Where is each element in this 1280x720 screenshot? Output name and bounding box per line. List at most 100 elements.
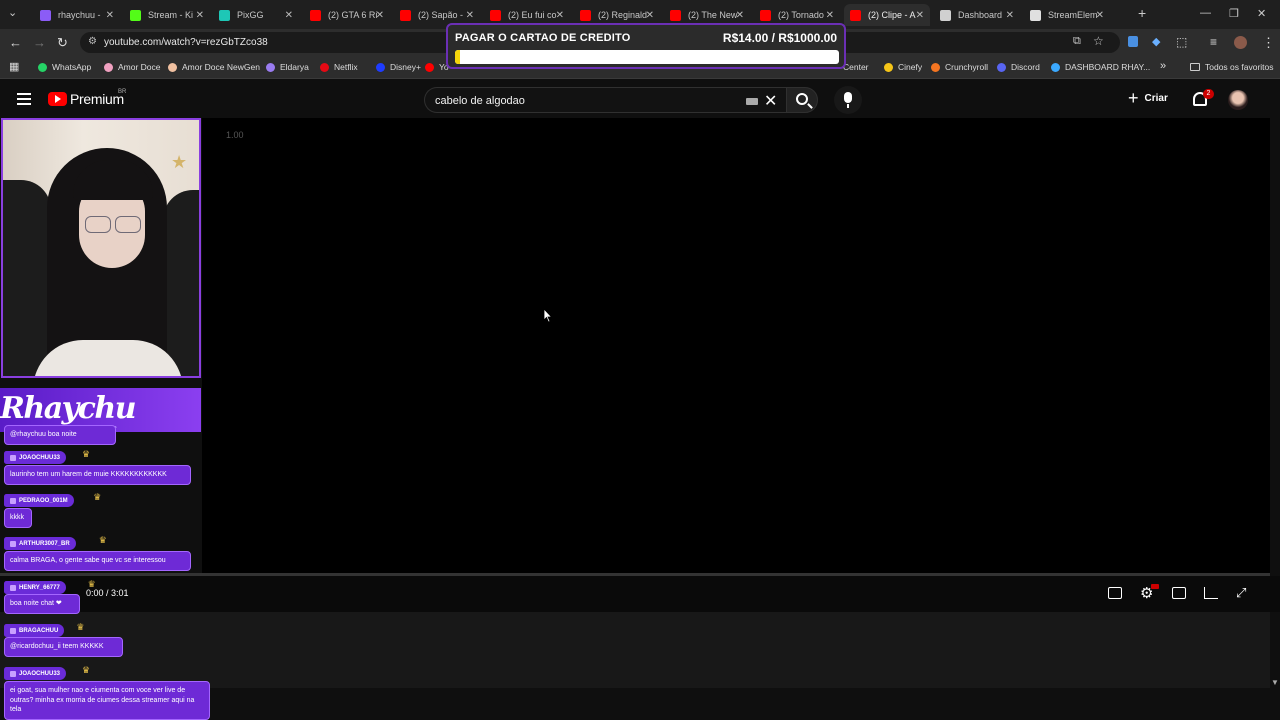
browser-tab[interactable]: (2) Clipe - A ✕: [844, 4, 930, 26]
miniplayer-icon[interactable]: [1172, 587, 1186, 599]
voice-search-button[interactable]: [834, 86, 862, 114]
chat-username: HENRY_66777: [19, 584, 60, 591]
bookmark-label: DASHBOARD RHAY...: [1065, 62, 1151, 72]
tab-close-icon[interactable]: ✕: [285, 10, 293, 21]
bookmark-item[interactable]: Disney+: [376, 62, 421, 72]
bookmark-item[interactable]: Amor Doce: [104, 62, 161, 72]
tab-close-icon[interactable]: ✕: [466, 10, 474, 21]
download-icon[interactable]: [1128, 36, 1138, 47]
chat-username: JOAOCHUU33: [19, 454, 61, 461]
bookmark-item[interactable]: Netflix: [320, 62, 358, 72]
youtube-logo-icon[interactable]: [48, 92, 67, 106]
webcam-feed: ★: [1, 118, 201, 378]
extensions-puzzle-icon[interactable]: ⬚: [1176, 35, 1187, 49]
bookmark-item[interactable]: Cinefy: [884, 62, 922, 72]
bookmark-favicon-icon: [38, 62, 47, 72]
bookmark-label: Disney+: [390, 62, 421, 72]
tab-label: Dashboard: [958, 10, 1003, 20]
bookmark-label: Discord: [1011, 62, 1040, 72]
below-player-area: [0, 612, 1270, 688]
search-query-text[interactable]: cabelo de algodao: [435, 95, 525, 107]
bookmarks-more-icon[interactable]: »: [1160, 60, 1166, 72]
browser-tab[interactable]: Dashboard ✕: [934, 4, 1020, 26]
tab-close-icon[interactable]: ✕: [1096, 10, 1104, 21]
browser-menu-icon[interactable]: ⋮: [1262, 35, 1275, 51]
chair-left: [3, 180, 51, 376]
reload-icon[interactable]: ↻: [57, 35, 68, 51]
back-icon[interactable]: ←: [9, 35, 22, 50]
cast-icon[interactable]: [1204, 587, 1218, 599]
account-avatar[interactable]: [1228, 90, 1248, 110]
fullscreen-icon[interactable]: ⤢: [1236, 585, 1250, 600]
bookmark-star-icon[interactable]: ☆: [1093, 34, 1104, 48]
install-app-icon[interactable]: ⧉: [1073, 35, 1081, 48]
tab-close-icon[interactable]: ✕: [376, 10, 384, 21]
media-control-icon[interactable]: ≡: [1210, 35, 1217, 49]
bookmark-item[interactable]: Crunchyroll: [931, 62, 988, 72]
playback-speed-label: 1.00: [226, 130, 244, 140]
bookmark-favicon-icon: [884, 62, 893, 72]
tab-close-icon[interactable]: ✕: [556, 10, 564, 21]
crown-icon: ♛: [82, 665, 91, 675]
crown-icon: ♛: [87, 579, 96, 589]
chat-username-badge: PEDRAOO_001M: [4, 494, 74, 507]
bookmark-favicon-icon: [931, 62, 940, 72]
profile-avatar-icon[interactable]: [1234, 36, 1247, 49]
tab-search-chevron-icon[interactable]: ⌄: [8, 6, 17, 19]
country-code: BR: [118, 89, 127, 95]
restore-icon[interactable]: ❐: [1229, 7, 1239, 20]
video-player[interactable]: 1.00: [202, 118, 1270, 613]
browser-tab[interactable]: rhaychuu - ✕: [34, 4, 120, 26]
tab-close-icon[interactable]: ✕: [106, 10, 114, 21]
search-input[interactable]: cabelo de algodao ✕: [424, 87, 786, 113]
tab-close-icon[interactable]: ✕: [916, 10, 924, 21]
url-text[interactable]: youtube.com/watch?v=rezGbTZco38: [104, 37, 268, 48]
subtitles-icon[interactable]: [1108, 587, 1122, 599]
player-controls: 0:00 / 3:01 ⚙ ⤢: [0, 576, 1280, 612]
clear-search-icon[interactable]: ✕: [764, 91, 777, 111]
chair-right: [163, 190, 199, 376]
browser-tab[interactable]: (2) GTA 6 Ri ✕: [304, 4, 390, 26]
browser-tab[interactable]: StreamElem ✕: [1024, 4, 1110, 26]
keyboard-icon[interactable]: [746, 98, 758, 105]
tab-favicon-icon: [400, 9, 411, 21]
tab-favicon-icon: [219, 9, 230, 21]
minimize-icon[interactable]: —: [1200, 7, 1211, 19]
tab-label: (2) The New: [688, 10, 738, 20]
tab-label: (2) GTA 6 Ri: [328, 10, 378, 20]
close-window-icon[interactable]: ✕: [1257, 7, 1266, 20]
extension-diamond-icon[interactable]: ◆: [1152, 35, 1160, 48]
new-tab-button[interactable]: +: [1138, 5, 1146, 21]
create-button[interactable]: + Criar: [1128, 89, 1168, 107]
browser-tab[interactable]: PixGG ✕: [213, 4, 299, 26]
scroll-down-arrow-icon[interactable]: ▼: [1271, 678, 1279, 687]
search-button[interactable]: [786, 87, 818, 113]
tab-close-icon[interactable]: ✕: [826, 10, 834, 21]
bookmark-item[interactable]: Discord: [997, 62, 1040, 72]
crown-icon: ♛: [93, 492, 102, 502]
youtube-premium-label[interactable]: Premium: [70, 91, 124, 107]
bookmark-favicon-icon: [997, 62, 1006, 72]
hamburger-menu-icon[interactable]: [17, 93, 31, 105]
forward-icon[interactable]: →: [33, 35, 46, 50]
tab-close-icon[interactable]: ✕: [1006, 10, 1014, 21]
tab-close-icon[interactable]: ✕: [196, 10, 204, 21]
chat-badge-icon: [10, 454, 16, 461]
bookmark-item[interactable]: WhatsApp: [38, 62, 91, 72]
bookmark-item[interactable]: DASHBOARD RHAY...: [1051, 62, 1150, 72]
chat-message: @rhaychuu boa noite: [4, 425, 116, 445]
bookmark-item[interactable]: Eldarya: [266, 62, 309, 72]
tab-close-icon[interactable]: ✕: [736, 10, 744, 21]
browser-tab[interactable]: Stream - Ki ✕: [124, 4, 210, 26]
chat-badge-icon: [10, 627, 16, 634]
bookmark-label: Netflix: [334, 62, 358, 72]
all-bookmarks-folder[interactable]: Todos os favoritos: [1190, 62, 1274, 72]
tab-close-icon[interactable]: ✕: [646, 10, 654, 21]
goal-progress-track: [455, 50, 839, 64]
bookmark-label: Amor Doce: [118, 62, 161, 72]
bookmark-item[interactable]: Amor Doce NewGen: [168, 62, 260, 72]
apps-grid-icon[interactable]: ▦: [9, 60, 19, 73]
goal-progress-fill: [455, 50, 461, 64]
bookmark-favicon-icon: [104, 62, 113, 72]
site-info-icon[interactable]: ⚙: [88, 36, 97, 47]
